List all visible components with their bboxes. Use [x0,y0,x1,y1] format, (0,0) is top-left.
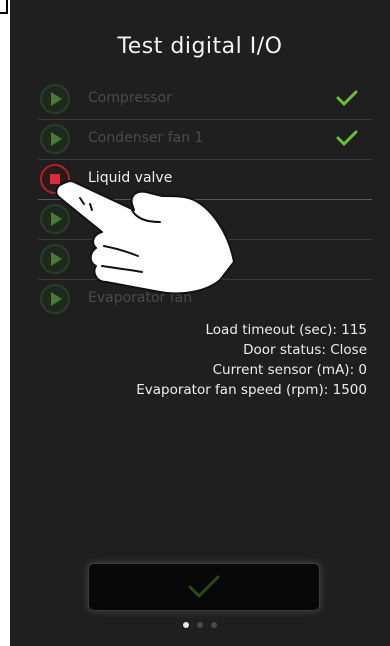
play-icon [51,252,62,266]
stop-icon [50,174,60,184]
left-margin [0,0,10,646]
output-row-evaporator-fan[interactable]: Evaporator fan [10,280,390,320]
page-indicator [10,622,390,628]
evaporator-fan-speed-text: Evaporator fan speed (rpm): 1500 [136,382,367,398]
output-row-5[interactable] [10,240,390,280]
stop-button[interactable] [40,164,70,194]
current-sensor-text: Current sensor (mA): 0 [212,362,367,378]
output-row-liquid-valve[interactable]: Liquid valve [10,160,390,200]
check-icon [336,130,358,146]
play-icon [51,292,62,306]
output-row-condenser-fan-1[interactable]: Condenser fan 1 [10,120,390,160]
corner-mark [0,0,8,14]
output-label: Compressor [88,90,172,106]
output-label: Evaporator fan [88,290,193,306]
page-dot[interactable] [211,622,217,628]
load-timeout-text: Load timeout (sec): 115 [205,322,367,338]
device-frame: Test digital I/O Compressor Condenser fa… [0,0,390,646]
output-list: Compressor Condenser fan 1 Liquid valve [10,80,390,320]
play-icon [51,92,62,106]
check-icon [336,90,358,106]
door-status-text: Door status: Close [243,342,367,358]
play-button[interactable] [40,204,70,234]
play-icon [51,212,62,226]
play-button[interactable] [40,84,70,114]
play-button[interactable] [40,244,70,274]
play-button[interactable] [40,284,70,314]
screen: Test digital I/O Compressor Condenser fa… [10,0,390,646]
play-icon [51,132,62,146]
page-title: Test digital I/O [117,34,283,59]
page-dot-active[interactable] [183,622,189,628]
output-label: Liquid valve [88,170,173,186]
page-dot[interactable] [197,622,203,628]
output-row-4[interactable] [10,200,390,240]
check-icon [188,575,220,598]
status-info: Load timeout (sec): 115 Door status: Clo… [136,320,367,400]
output-row-compressor[interactable]: Compressor [10,80,390,120]
play-button[interactable] [40,124,70,154]
output-label: Condenser fan 1 [88,130,204,146]
confirm-button[interactable] [88,563,320,611]
